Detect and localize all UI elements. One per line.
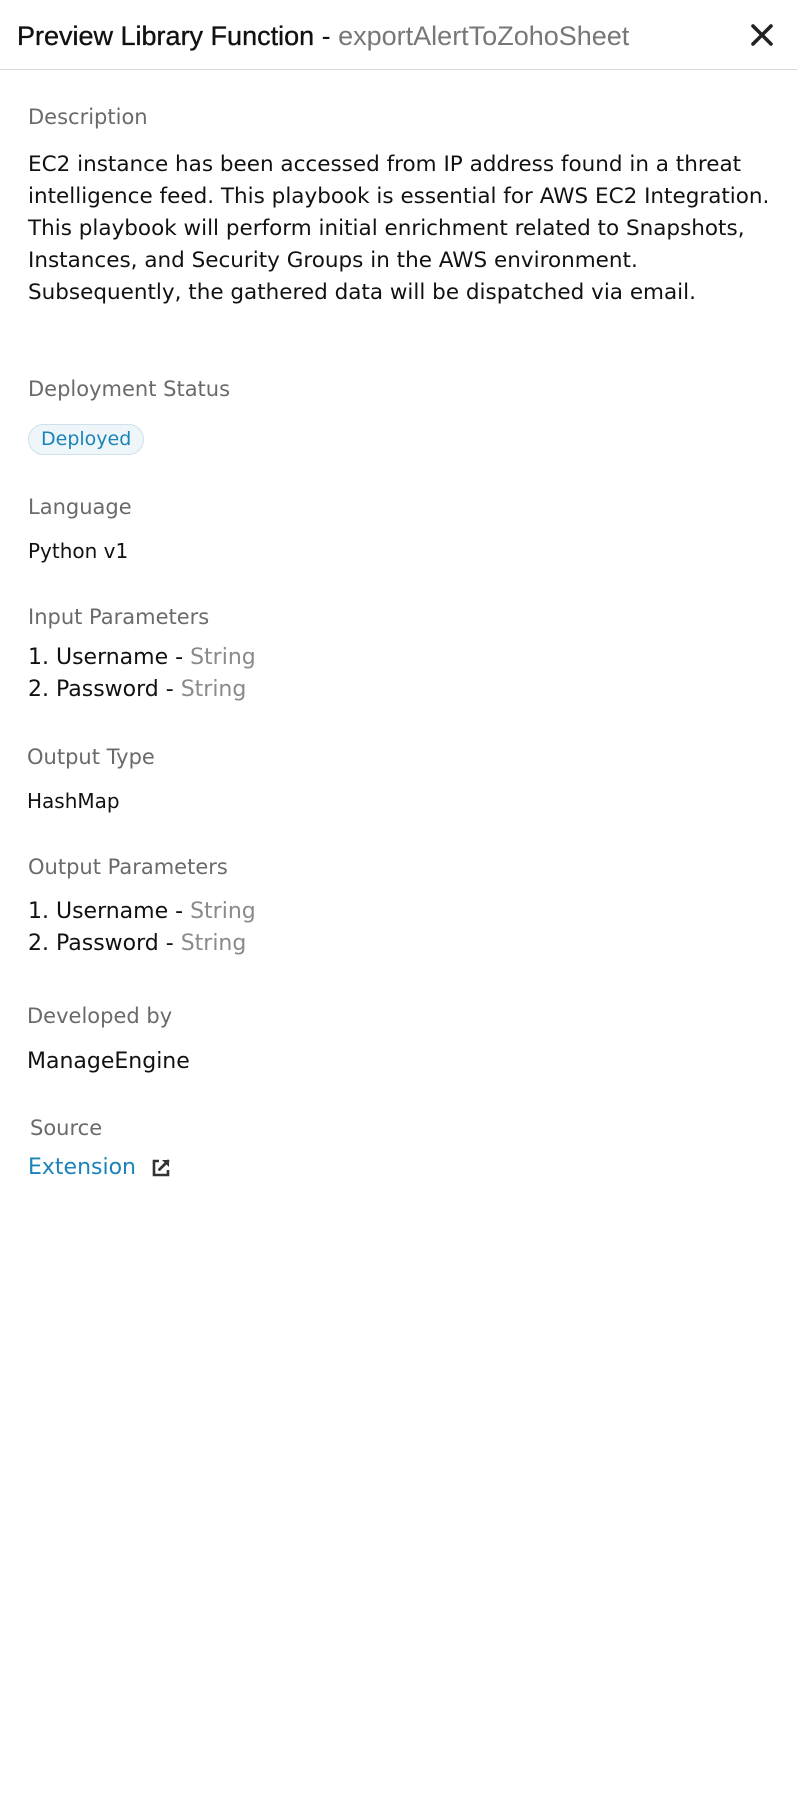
language-label: Language	[28, 495, 132, 519]
output-parameter-item: 1. Username - String	[28, 896, 256, 928]
source-extension-link[interactable]: Extension	[28, 1155, 172, 1180]
param-index: 1.	[28, 899, 56, 924]
dialog-title-main: Preview Library Function	[17, 21, 315, 51]
param-type: String	[190, 899, 256, 924]
developed-by-label: Developed by	[27, 1004, 173, 1028]
developer-value: ManageEngine	[27, 1049, 190, 1074]
deployment-status-label: Deployment Status	[28, 377, 231, 401]
description-label: Description	[28, 105, 148, 129]
param-name: Username	[55, 645, 169, 670]
input-parameters-list: 1. Username - String 2. Password - Strin…	[28, 642, 256, 706]
param-name: Password	[55, 677, 159, 702]
language-value: Python v1	[28, 539, 129, 563]
close-icon	[751, 24, 773, 46]
external-link-icon	[152, 1159, 170, 1176]
status-badge: Deployed	[28, 424, 145, 455]
input-parameter-item: 2. Password - String	[28, 674, 256, 706]
output-parameters-label: Output Parameters	[28, 855, 228, 879]
output-parameters-list: 1. Username - String 2. Password - Strin…	[28, 896, 256, 960]
param-separator: -	[158, 931, 181, 956]
input-parameter-item: 1. Username - String	[28, 642, 256, 674]
param-type: String	[190, 645, 256, 670]
description-text: EC2 instance has been accessed from IP a…	[28, 152, 770, 305]
source-label: Source	[30, 1116, 103, 1140]
output-type-label: Output Type	[27, 745, 155, 769]
param-index: 2.	[28, 677, 56, 702]
source-link-text: Extension	[28, 1155, 137, 1180]
param-type: String	[180, 931, 247, 956]
param-separator: -	[168, 899, 191, 924]
output-parameter-item: 2. Password - String	[28, 928, 256, 960]
dialog-title-separator: -	[314, 21, 339, 51]
param-type: String	[180, 677, 247, 702]
param-index: 2.	[28, 931, 56, 956]
close-button[interactable]	[749, 22, 775, 48]
param-separator: -	[158, 677, 181, 702]
param-name: Password	[55, 931, 159, 956]
param-name: Username	[55, 899, 169, 924]
function-name: exportAlertToZohoSheet	[338, 21, 630, 51]
param-separator: -	[168, 645, 191, 670]
dialog-title: Preview Library Function - exportAlertTo…	[17, 18, 629, 54]
param-index: 1.	[28, 645, 56, 670]
dialog-header: Preview Library Function - exportAlertTo…	[0, 0, 797, 70]
output-type-value: HashMap	[27, 789, 120, 813]
input-parameters-label: Input Parameters	[28, 605, 210, 629]
